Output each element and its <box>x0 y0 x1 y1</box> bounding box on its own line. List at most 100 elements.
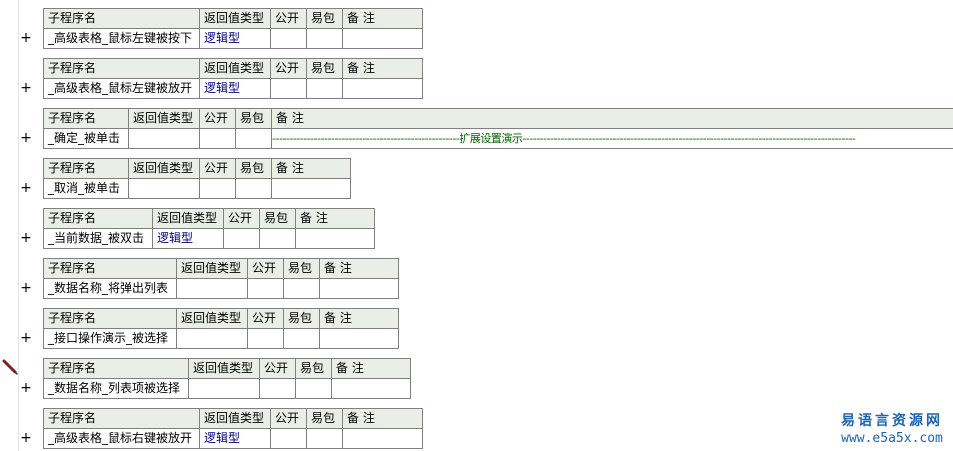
subroutine-name-cell[interactable]: _高级表格_鼠标左键被放开 <box>43 78 200 99</box>
public-cell[interactable] <box>199 178 236 199</box>
pencil-icon <box>2 359 18 375</box>
header-name: 子程序名 <box>43 408 200 429</box>
return-type-cell[interactable]: 逻辑型 <box>152 228 224 249</box>
header-name: 子程序名 <box>43 308 177 329</box>
header-public: 公开 <box>247 308 284 329</box>
header-public: 公开 <box>199 158 236 179</box>
return-type-cell[interactable] <box>176 328 248 349</box>
return-type-cell[interactable]: 逻辑型 <box>199 28 271 49</box>
public-cell[interactable] <box>270 428 307 449</box>
header-remark: 备 注 <box>342 58 423 79</box>
header-public: 公开 <box>270 8 307 29</box>
header-public: 公开 <box>259 358 296 379</box>
subroutine-name-cell[interactable]: _数据名称_列表项被选择 <box>43 378 189 399</box>
return-type-cell[interactable] <box>176 278 248 299</box>
remark-cell[interactable] <box>319 278 399 299</box>
header-easy-package: 易包 <box>306 8 343 29</box>
subroutine-block: 子程序名 返回值类型 公开 易包 备 注 _高级表格_鼠标左键被按下 逻辑型 <box>43 8 423 49</box>
header-public: 公开 <box>270 408 307 429</box>
remark-cell[interactable] <box>271 178 351 199</box>
public-cell[interactable] <box>270 78 307 99</box>
header-remark: 备 注 <box>331 358 411 379</box>
subroutine-block: 子程序名 返回值类型 公开 易包 备 注 _高级表格_鼠标右键被放开 逻辑型 <box>43 408 423 449</box>
subroutine-name-cell[interactable]: _确定_被单击 <box>43 128 129 149</box>
easy-package-cell[interactable] <box>259 228 296 249</box>
header-name: 子程序名 <box>43 8 200 29</box>
remark-cell[interactable] <box>319 328 399 349</box>
header-easy-package: 易包 <box>283 258 320 279</box>
easy-package-cell[interactable] <box>235 128 272 149</box>
easy-package-cell[interactable] <box>295 378 332 399</box>
easy-package-cell[interactable] <box>235 178 272 199</box>
header-return-type: 返回值类型 <box>176 258 248 279</box>
header-remark: 备 注 <box>295 208 375 229</box>
header-return-type: 返回值类型 <box>199 8 271 29</box>
subroutine-block: 子程序名 返回值类型 公开 易包 备 注 _数据名称_将弹出列表 <box>43 258 399 299</box>
easy-package-cell[interactable] <box>283 278 320 299</box>
subroutine-name-cell[interactable]: _取消_被单击 <box>43 178 129 199</box>
header-easy-package: 易包 <box>295 358 332 379</box>
remark-cell[interactable] <box>331 378 411 399</box>
header-easy-package: 易包 <box>306 408 343 429</box>
watermark-title: 易语言资源网 <box>841 413 943 429</box>
watermark-url: www.e5a5x.com <box>841 431 943 446</box>
header-easy-package: 易包 <box>306 58 343 79</box>
header-return-type: 返回值类型 <box>188 358 260 379</box>
header-public: 公开 <box>270 58 307 79</box>
expand-button[interactable]: + <box>19 79 33 98</box>
easy-package-cell[interactable] <box>283 328 320 349</box>
public-cell[interactable] <box>247 278 284 299</box>
header-name: 子程序名 <box>43 258 177 279</box>
header-name: 子程序名 <box>43 58 200 79</box>
header-name: 子程序名 <box>43 158 129 179</box>
public-cell[interactable] <box>259 378 296 399</box>
expand-button[interactable]: + <box>19 429 33 448</box>
subroutine-name-cell[interactable]: _当前数据_被双击 <box>43 228 153 249</box>
expand-button[interactable]: + <box>19 379 33 398</box>
header-return-type: 返回值类型 <box>176 308 248 329</box>
watermark: 易语言资源网 www.e5a5x.com <box>841 412 943 447</box>
easy-package-cell[interactable] <box>306 28 343 49</box>
header-easy-package: 易包 <box>259 208 296 229</box>
subroutine-name-cell[interactable]: _高级表格_鼠标左键被按下 <box>43 28 200 49</box>
easy-package-cell[interactable] <box>306 78 343 99</box>
subroutine-block: 子程序名 返回值类型 公开 易包 备 注 _高级表格_鼠标左键被放开 逻辑型 <box>43 58 423 99</box>
remark-cell[interactable] <box>342 428 423 449</box>
public-cell[interactable] <box>270 28 307 49</box>
subroutine-block: 子程序名 返回值类型 公开 易包 备 注 _确定_被单击 -----------… <box>43 108 953 149</box>
remark-cell[interactable] <box>295 228 375 249</box>
left-gutter <box>0 0 19 451</box>
public-cell[interactable] <box>199 128 236 149</box>
subroutine-name-cell[interactable]: _高级表格_鼠标右键被放开 <box>43 428 200 449</box>
header-easy-package: 易包 <box>235 108 272 129</box>
return-type-cell[interactable]: 逻辑型 <box>199 78 271 99</box>
expand-button[interactable]: + <box>19 229 33 248</box>
header-return-type: 返回值类型 <box>128 108 200 129</box>
header-remark: 备 注 <box>271 158 351 179</box>
header-return-type: 返回值类型 <box>152 208 224 229</box>
public-cell[interactable] <box>247 328 284 349</box>
expand-button[interactable]: + <box>19 179 33 198</box>
return-type-cell[interactable] <box>128 178 200 199</box>
return-type-cell[interactable]: 逻辑型 <box>199 428 271 449</box>
expand-button[interactable]: + <box>19 129 33 148</box>
remark-cell[interactable]: ----------------------------------------… <box>271 128 953 149</box>
header-remark: 备 注 <box>342 8 423 29</box>
subroutine-block: 子程序名 返回值类型 公开 易包 备 注 _数据名称_列表项被选择 <box>43 358 411 399</box>
public-cell[interactable] <box>223 228 260 249</box>
header-name: 子程序名 <box>43 358 189 379</box>
header-return-type: 返回值类型 <box>199 58 271 79</box>
subroutine-block: 子程序名 返回值类型 公开 易包 备 注 _取消_被单击 <box>43 158 351 199</box>
remark-cell[interactable] <box>342 78 423 99</box>
easy-package-cell[interactable] <box>306 428 343 449</box>
header-public: 公开 <box>247 258 284 279</box>
subroutine-name-cell[interactable]: _接口操作演示_被选择 <box>43 328 177 349</box>
expand-button[interactable]: + <box>19 279 33 298</box>
remark-cell[interactable] <box>342 28 423 49</box>
return-type-cell[interactable] <box>128 128 200 149</box>
subroutine-name-cell[interactable]: _数据名称_将弹出列表 <box>43 278 177 299</box>
expand-button[interactable]: + <box>19 329 33 348</box>
return-type-cell[interactable] <box>188 378 260 399</box>
header-remark: 备 注 <box>319 258 399 279</box>
expand-button[interactable]: + <box>19 29 33 48</box>
